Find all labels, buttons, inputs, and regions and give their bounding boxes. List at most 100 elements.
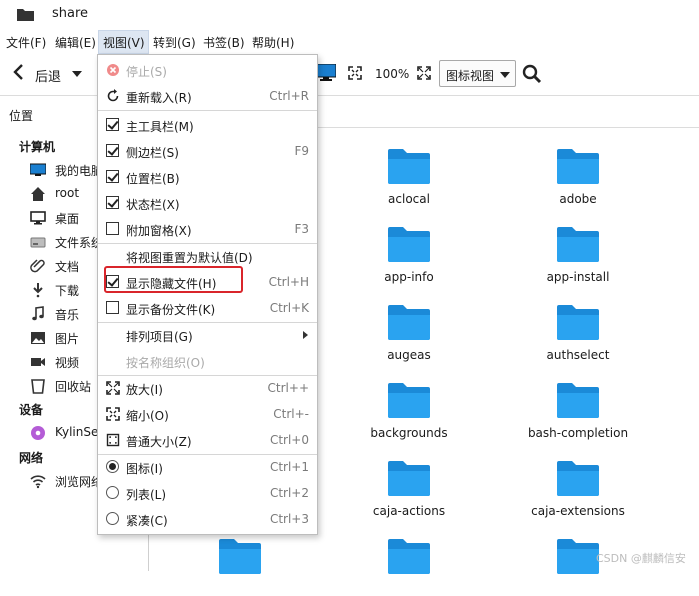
menu-item-label: 附加窗格(X) <box>126 224 192 238</box>
title-bar: share <box>0 0 699 30</box>
menu-view[interactable]: 视图(V) <box>98 30 149 54</box>
menu-item-label: 侧边栏(S) <box>126 146 179 160</box>
back-button[interactable]: 后退 <box>35 66 61 85</box>
back-arrow-icon[interactable] <box>11 63 27 81</box>
menu-item-shortcut: Ctrl++ <box>267 381 309 395</box>
menu-item-list-view[interactable]: 列表(L) Ctrl+2 <box>98 480 317 506</box>
sidebar-section-computer: 计算机 <box>19 140 56 154</box>
menu-item-label: 重新载入(R) <box>126 91 192 105</box>
file-item-app-install[interactable]: app-install <box>503 206 653 284</box>
menu-item-reload[interactable]: 重新载入(R) Ctrl+R <box>98 83 317 109</box>
zoom-in-icon[interactable] <box>417 66 431 80</box>
menu-file[interactable]: 文件(F) <box>6 34 46 51</box>
reload-icon <box>107 89 119 102</box>
zoom-in-icon <box>106 381 120 395</box>
file-item-aclocal[interactable]: aclocal <box>334 128 484 206</box>
file-item-authselect[interactable]: authselect <box>503 284 653 362</box>
view-mode-select[interactable]: 图标视图 <box>439 60 516 87</box>
home-icon <box>31 187 45 201</box>
menu-item-zoom-in[interactable]: 放大(I) Ctrl++ <box>98 375 317 401</box>
folder-icon <box>388 227 430 262</box>
menu-item-normal-size[interactable]: 普通大小(Z) Ctrl+0 <box>98 427 317 453</box>
menu-item-shortcut: F9 <box>294 144 309 158</box>
file-name: backgrounds <box>370 426 448 440</box>
file-name: caja-extensions <box>531 504 625 518</box>
file-item-caja-extensions[interactable]: caja-extensions <box>503 440 653 518</box>
checkbox-checked[interactable] <box>106 170 119 183</box>
file-name: authselect <box>546 348 610 362</box>
drive-icon <box>30 237 46 248</box>
folder-icon <box>219 539 261 574</box>
zoom-out-icon[interactable] <box>348 66 362 80</box>
folder-icon <box>388 149 430 184</box>
file-name: augeas <box>387 348 431 362</box>
menu-item-status-bar[interactable]: 状态栏(X) <box>98 190 317 216</box>
sidebar-header[interactable]: 位置 <box>9 107 33 124</box>
menu-goto[interactable]: 转到(G) <box>153 34 196 51</box>
folder-icon <box>388 539 430 574</box>
menu-item-label: 显示备份文件(K) <box>126 303 216 317</box>
menu-item-extra-pane[interactable]: 附加窗格(X) F3 <box>98 216 317 242</box>
file-item-augeas[interactable]: augeas <box>334 284 484 362</box>
menu-item-label: 普通大小(Z) <box>126 435 192 449</box>
file-name: bash-completion <box>527 426 629 440</box>
checkbox-unchecked[interactable] <box>106 301 119 314</box>
menu-item-shortcut: Ctrl+1 <box>269 460 309 474</box>
folder-icon <box>557 305 599 340</box>
checkbox-checked[interactable] <box>106 196 119 209</box>
radio-selected[interactable] <box>106 460 119 473</box>
folder-icon <box>17 9 34 21</box>
file-item-backgrounds[interactable]: backgrounds <box>334 362 484 440</box>
file-item-bash-completion[interactable]: bash-completion <box>503 362 653 440</box>
normal-size-icon <box>106 433 120 447</box>
trash-icon <box>31 379 45 394</box>
chevron-down-icon <box>500 72 510 78</box>
view-mode-label: 图标视图 <box>446 69 495 83</box>
menu-item-sidebar[interactable]: 侧边栏(S) F9 <box>98 138 317 164</box>
menu-item-zoom-out[interactable]: 缩小(O) Ctrl+- <box>98 401 317 427</box>
sidebar-item-label: 文件系统 <box>55 236 104 250</box>
menu-item-shortcut: Ctrl+2 <box>269 486 309 500</box>
menu-item-label: 按名称组织(O) <box>126 356 205 370</box>
checkbox-checked[interactable] <box>106 118 119 131</box>
search-icon[interactable] <box>522 64 542 84</box>
menu-edit[interactable]: 编辑(E) <box>55 34 96 51</box>
view-menu-dropdown: 停止(S) 重新载入(R) Ctrl+R 主工具栏(M) 侧边栏(S) F9 位… <box>97 54 318 535</box>
file-item-caja-actions[interactable]: caja-actions <box>334 440 484 518</box>
menu-item-label: 将视图重置为默认值(D) <box>126 251 253 265</box>
menu-item-arrange-items[interactable]: 排列项目(G) <box>98 322 317 348</box>
menu-item-label: 主工具栏(M) <box>126 120 194 134</box>
menu-help[interactable]: 帮助(H) <box>252 34 294 51</box>
checkbox-unchecked[interactable] <box>106 222 119 235</box>
file-item-app-info[interactable]: app-info <box>334 206 484 284</box>
zoom-level[interactable]: 100% <box>375 67 409 81</box>
menu-item-main-toolbar[interactable]: 主工具栏(M) <box>98 112 317 138</box>
menu-bookmarks[interactable]: 书签(B) <box>203 34 245 51</box>
menu-item-location-bar[interactable]: 位置栏(B) <box>98 164 317 190</box>
folder-icon <box>557 227 599 262</box>
menu-item-shortcut: Ctrl+H <box>268 275 309 289</box>
file-item-partial-left[interactable] <box>334 518 484 596</box>
computer-location-icon[interactable] <box>316 64 336 81</box>
menu-item-icon-view[interactable]: 图标(I) Ctrl+1 <box>98 454 317 480</box>
file-item-adobe[interactable]: adobe <box>503 128 653 206</box>
menu-item-compact-view[interactable]: 紧凑(C) Ctrl+3 <box>98 506 317 532</box>
sidebar-item-label: 音乐 <box>55 308 80 322</box>
menu-item-organize-by-name[interactable]: 按名称组织(O) <box>98 348 317 374</box>
annotation-highlight-box <box>104 266 243 293</box>
folder-icon <box>388 305 430 340</box>
folder-icon <box>557 149 599 184</box>
checkbox-checked[interactable] <box>106 144 119 157</box>
folder-icon <box>557 539 599 574</box>
sidebar-item-label: 下载 <box>55 284 80 298</box>
menu-item-stop[interactable]: 停止(S) <box>98 57 317 83</box>
radio-unselected[interactable] <box>106 512 119 525</box>
back-history-dropdown[interactable] <box>72 71 82 77</box>
menu-item-show-backup-files[interactable]: 显示备份文件(K) Ctrl+K <box>98 295 317 321</box>
file-name: aclocal <box>388 192 430 206</box>
picture-icon <box>31 332 45 344</box>
menu-item-label: 排列项目(G) <box>126 330 193 344</box>
desktop-icon <box>30 211 46 225</box>
menu-bar: 文件(F) 编辑(E) 视图(V) 转到(G) 书签(B) 帮助(H) <box>0 30 699 54</box>
radio-unselected[interactable] <box>106 486 119 499</box>
